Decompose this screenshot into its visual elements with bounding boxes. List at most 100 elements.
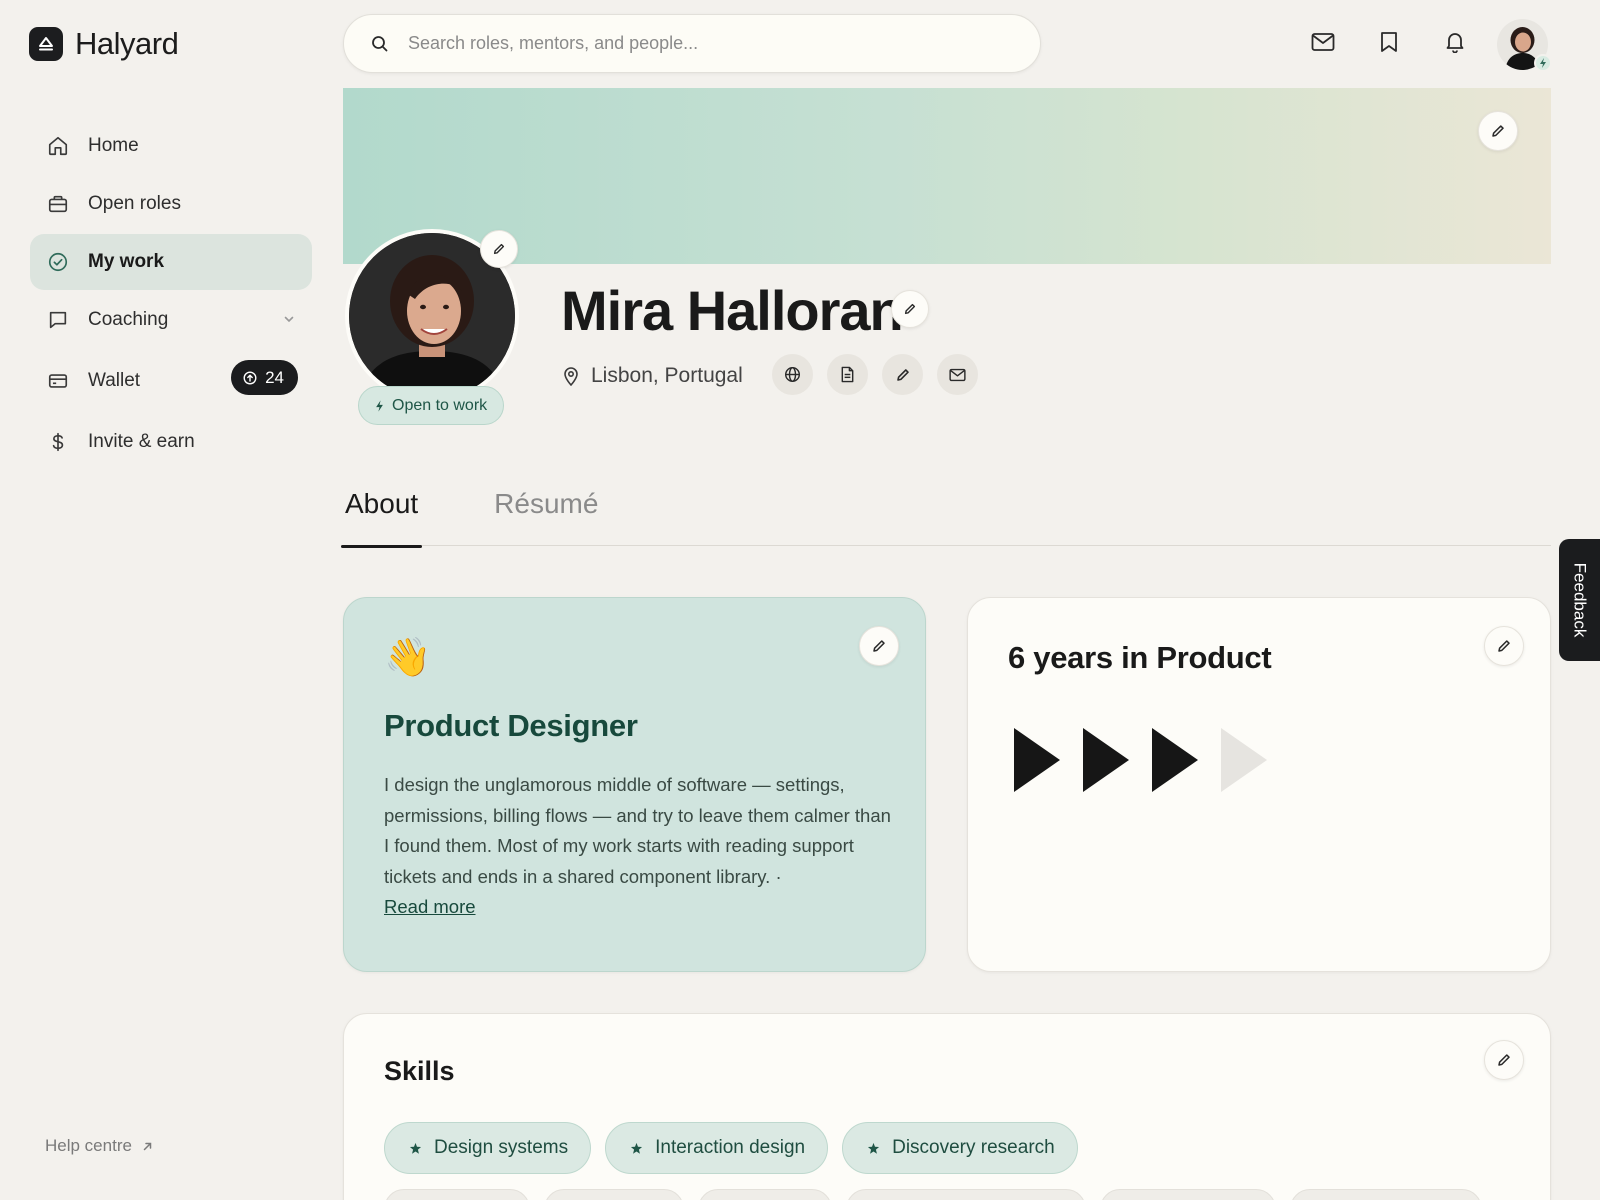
wallet-badge: 24 [231,360,298,395]
profile-links [772,354,978,395]
sidebar-item-coaching[interactable]: Coaching [30,292,312,348]
wallet-badge-count: 24 [265,367,284,387]
brand[interactable]: Halyard [29,26,179,62]
read-more-link[interactable]: Read more [384,896,476,917]
skill-chip[interactable]: Discovery research [842,1122,1078,1174]
document-icon[interactable] [827,354,868,395]
waving-hand-icon: 👋 [384,637,432,679]
search-input[interactable] [408,33,968,54]
chevron-down-icon[interactable] [282,312,296,326]
bookmark-icon[interactable] [1376,29,1402,55]
pencil-icon [493,243,505,255]
profile-name: Mira Halloran [561,279,904,342]
sidebar-item-label: My work [88,251,165,272]
level-arrow-empty-icon [1221,728,1267,792]
location-pin-icon [564,367,578,386]
sidebar-item-label: Wallet [88,370,141,391]
check-circle-icon [46,250,70,274]
wallet-icon [46,369,70,393]
lightning-icon [376,399,383,412]
skill-chip-partial[interactable] [384,1189,530,1200]
dollar-icon [46,430,70,454]
external-link-icon [143,1142,152,1150]
mail-icon[interactable] [937,354,978,395]
sidebar-item-label: Open roles [88,193,181,214]
level-arrow-filled-icon [1083,728,1129,792]
skill-label: Design systems [434,1137,569,1158]
skill-chip-partial[interactable] [1290,1189,1482,1200]
pencil-icon [1492,125,1504,137]
help-centre-link[interactable]: Help centre [45,1136,153,1156]
edit-skills-button[interactable] [1484,1040,1524,1080]
sidebar-item-open-roles[interactable]: Open roles [30,176,312,232]
feedback-label: Feedback [1570,562,1590,638]
brand-name: Halyard [75,26,179,61]
help-centre-label: Help centre [45,1136,132,1155]
mail-icon[interactable] [1310,29,1336,55]
search-icon [372,35,388,51]
pen-icon[interactable] [882,354,923,395]
sidebar-item-label: Home [88,135,139,156]
tab-about[interactable]: About [340,478,423,548]
pencil-icon [1498,1054,1510,1066]
profile-tabs: About Résumé [340,478,1551,548]
experience-level [1012,726,1269,794]
pencil-icon [873,640,885,652]
star-icon [631,1142,643,1154]
skill-chip-partial[interactable] [846,1189,1086,1200]
edit-experience-button[interactable] [1484,626,1524,666]
sidebar-item-label: Invite & earn [88,431,195,452]
profile-location: Lisbon, Portugal [563,364,743,388]
sidebar-item-invite[interactable]: Invite & earn [30,414,312,470]
skill-chip-partial[interactable] [1100,1189,1276,1200]
bio-body: I design the unglamorous middle of softw… [384,774,891,887]
star-icon [868,1142,880,1154]
pencil-icon [1498,640,1510,652]
open-to-work-badge[interactable]: Open to work [358,386,505,425]
top-icons [1310,29,1468,55]
chat-bubble-icon [46,308,70,332]
skills-list: Design systems Interaction design Discov… [384,1122,1078,1174]
brand-logo-icon [29,27,63,61]
skills-title: Skills [384,1056,455,1086]
home-icon [46,134,70,158]
skill-chip-partial[interactable] [544,1189,684,1200]
bell-icon[interactable] [1442,29,1468,55]
skill-label: Interaction design [655,1137,806,1158]
level-arrow-filled-icon [1152,728,1198,792]
star-icon [409,1142,422,1154]
open-to-work-label: Open to work [392,396,488,414]
bio-text: I design the unglamorous middle of softw… [384,770,894,923]
edit-photo-button[interactable] [480,230,518,268]
feedback-tab[interactable]: Feedback [1559,539,1600,661]
credit-icon [243,370,257,385]
skill-chip[interactable]: Interaction design [605,1122,829,1174]
intro-card: 👋 Product Designer I design the unglamor… [343,597,926,972]
user-avatar[interactable] [1497,19,1552,72]
status-dot-icon [1534,54,1552,72]
pencil-icon [904,303,916,315]
edit-name-button[interactable] [891,290,929,328]
skills-list-more [384,1189,1482,1200]
headline: Product Designer [384,708,638,743]
tab-resume[interactable]: Résumé [492,478,600,546]
experience-title: 6 years in Product [1008,640,1272,675]
sidebar-nav: Home Open roles My work Coaching Wallet … [30,118,312,472]
skills-card: Skills Design systems Interaction design… [343,1013,1551,1200]
level-arrow-filled-icon [1014,728,1060,792]
sidebar-item-home[interactable]: Home [30,118,312,174]
edit-intro-button[interactable] [859,626,899,666]
skill-label: Discovery research [892,1137,1055,1158]
briefcase-icon [46,192,70,216]
sidebar-item-my-work[interactable]: My work [30,234,312,290]
search-bar[interactable] [343,14,1041,73]
sidebar-item-label: Coaching [88,309,169,330]
experience-card: 6 years in Product [967,597,1551,972]
cover-banner [343,88,1551,264]
skill-chip[interactable]: Design systems [384,1122,592,1174]
globe-icon[interactable] [772,354,813,395]
location-label: Lisbon, Portugal [591,364,743,387]
skill-chip-partial[interactable] [698,1189,832,1200]
edit-cover-button[interactable] [1478,111,1518,151]
sidebar-item-wallet[interactable]: Wallet 24 [30,350,312,412]
